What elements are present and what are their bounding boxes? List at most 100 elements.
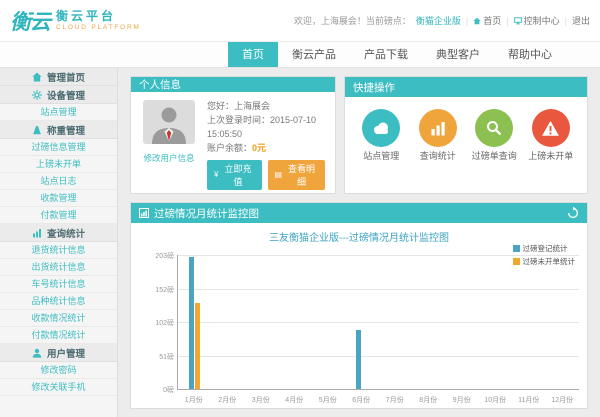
quick-action-circle <box>362 109 400 147</box>
logout-link[interactable]: 退出 <box>572 14 590 27</box>
sidebar-section-header[interactable]: 称重管理 <box>0 121 117 139</box>
divider: | <box>565 16 567 26</box>
home-icon <box>32 72 42 82</box>
x-tick-label: 2月份 <box>211 395 245 405</box>
legend-entry: 过磅登记统计 <box>513 243 576 254</box>
avatar <box>143 100 195 144</box>
sidebar-item[interactable]: 站点日志 <box>0 173 117 190</box>
quick-action-label: 过磅单查询 <box>467 151 521 162</box>
sidebar-item[interactable]: 品种统计信息 <box>0 293 117 310</box>
control-center-link[interactable]: 控制中心 <box>514 14 560 27</box>
top-panels-row: 个人信息 修改用户信息 <box>130 76 588 194</box>
quick-action[interactable]: 查询统计 <box>411 109 465 162</box>
chart-bar-group <box>412 255 445 389</box>
sidebar-item[interactable]: 修改关联手机 <box>0 379 117 396</box>
x-tick-label: 5月份 <box>311 395 345 405</box>
chart-bar-group <box>379 255 412 389</box>
nav-tab[interactable]: 衡云产品 <box>278 42 350 67</box>
sidebar: 管理首页设备管理站点管理称重管理过磅信息管理上磅未开单站点日志收款管理付款管理查… <box>0 68 118 417</box>
home-link[interactable]: 首页 <box>473 14 501 27</box>
sidebar-section-label: 称重管理 <box>47 123 85 137</box>
yuan-icon: ¥ <box>214 170 218 179</box>
nav-tab[interactable]: 首页 <box>228 42 278 67</box>
gear-icon <box>32 90 42 100</box>
chart-bars <box>178 255 579 389</box>
x-tick-label: 4月份 <box>278 395 312 405</box>
bar-chart-icon <box>428 118 448 138</box>
chart-x-labels: 1月份2月份3月份4月份5月份6月份7月份8月份9月份10月份11月份12月份 <box>177 395 579 405</box>
x-tick-label: 3月份 <box>244 395 278 405</box>
brand: 衡云平台 CLOUD PLATFORM <box>56 10 141 31</box>
logo: 衡云 衡云平台 CLOUD PLATFORM <box>10 6 141 36</box>
chart-bar-group <box>312 255 345 389</box>
x-tick-label: 9月份 <box>445 395 479 405</box>
chart-panel-header: 过磅情况月统计监控图 <box>131 203 587 223</box>
chart-bar-group <box>178 255 211 389</box>
weight-icon <box>32 125 42 135</box>
monitor-icon <box>514 17 522 25</box>
y-tick-label: 152磅 <box>136 285 174 295</box>
sidebar-item[interactable]: 收款情况统计 <box>0 310 117 327</box>
sidebar-item[interactable]: 过磅信息管理 <box>0 139 117 156</box>
station-name-link[interactable]: 衡猫企业版 <box>416 14 461 27</box>
sidebar-section-label: 用户管理 <box>47 346 85 360</box>
sidebar-section-header[interactable]: 设备管理 <box>0 86 117 104</box>
sidebar-item[interactable]: 出货统计信息 <box>0 259 117 276</box>
refresh-icon[interactable] <box>567 207 579 219</box>
nav-tab[interactable]: 典型客户 <box>422 42 494 67</box>
sidebar-item[interactable]: 收款管理 <box>0 190 117 207</box>
x-tick-label: 6月份 <box>345 395 379 405</box>
balance-text: 账户余额：0元 <box>207 142 325 156</box>
chart-panel-title: 过磅情况月统计监控图 <box>154 206 259 221</box>
legend-swatch <box>513 258 520 265</box>
edit-user-link[interactable]: 修改用户信息 <box>141 152 197 164</box>
legend-label: 过磅登记统计 <box>523 243 568 254</box>
app-window: 衡云 衡云平台 CLOUD PLATFORM 欢迎，上海展会！当前磅点： 衡猫企… <box>0 0 600 417</box>
sidebar-section-label: 管理首页 <box>47 70 85 84</box>
nav-tab[interactable]: 帮助中心 <box>494 42 566 67</box>
sidebar-item[interactable]: 修改密码 <box>0 362 117 379</box>
profile-buttons: ¥立即充值 ▤查看明细 <box>207 160 325 190</box>
sidebar-item[interactable]: 车号统计信息 <box>0 276 117 293</box>
main-content: 个人信息 修改用户信息 <box>118 68 600 417</box>
recharge-button[interactable]: ¥立即充值 <box>207 160 262 190</box>
chart-bar-group <box>546 255 579 389</box>
sidebar-section-header[interactable]: 管理首页 <box>0 68 117 86</box>
cloud-icon <box>370 117 392 139</box>
quick-action[interactable]: 站点管理 <box>354 109 408 162</box>
quick-action-label: 查询统计 <box>411 151 465 162</box>
sidebar-item[interactable]: 付款情况统计 <box>0 327 117 344</box>
view-detail-button[interactable]: ▤查看明细 <box>268 160 325 190</box>
welcome-text: 欢迎，上海展会！当前磅点： <box>294 14 411 27</box>
quick-action[interactable]: 过磅单查询 <box>467 109 521 162</box>
chart-bar-group <box>479 255 512 389</box>
x-tick-label: 8月份 <box>412 395 446 405</box>
chart-legend: 过磅登记统计过磅未开单统计 <box>513 243 576 269</box>
x-tick-label: 12月份 <box>546 395 580 405</box>
chart-bar-group <box>445 255 478 389</box>
avatar-column: 修改用户信息 <box>141 100 197 190</box>
sidebar-item[interactable]: 退货统计信息 <box>0 242 117 259</box>
nav-tab[interactable]: 产品下载 <box>350 42 422 67</box>
sidebar-item[interactable]: 上磅未开单 <box>0 156 117 173</box>
sidebar-section-header[interactable]: 用户管理 <box>0 344 117 362</box>
content-area: 管理首页设备管理站点管理称重管理过磅信息管理上磅未开单站点日志收款管理付款管理查… <box>0 68 600 417</box>
last-login-text: 上次登录时间：2015-07-10 <box>207 114 325 128</box>
profile-info: 您好：上海展会 上次登录时间：2015-07-10 15:05:50 账户余额：… <box>207 100 325 190</box>
sidebar-section-header[interactable]: 查询统计 <box>0 224 117 242</box>
profile-panel-header: 个人信息 <box>131 77 335 92</box>
chart-bar-group <box>211 255 244 389</box>
quick-action[interactable]: 上磅未开单 <box>524 109 578 162</box>
profile-panel-title: 个人信息 <box>139 77 181 92</box>
sidebar-item[interactable]: 付款管理 <box>0 207 117 224</box>
sidebar-item[interactable]: 站点管理 <box>0 104 117 121</box>
nav-tabs: 首页衡云产品产品下载典型客户帮助中心 <box>228 42 566 67</box>
chart-bar-group <box>245 255 278 389</box>
x-tick-label: 11月份 <box>512 395 546 405</box>
quick-action-label: 上磅未开单 <box>524 151 578 162</box>
chart-bar <box>356 330 361 389</box>
top-links: 欢迎，上海展会！当前磅点： 衡猫企业版 | 首页 | 控制中心 | 退出 <box>294 14 590 27</box>
warning-icon <box>540 118 561 139</box>
report-icon <box>139 208 149 218</box>
chart-plot: 203磅152磅102磅51磅0磅 <box>177 255 579 390</box>
